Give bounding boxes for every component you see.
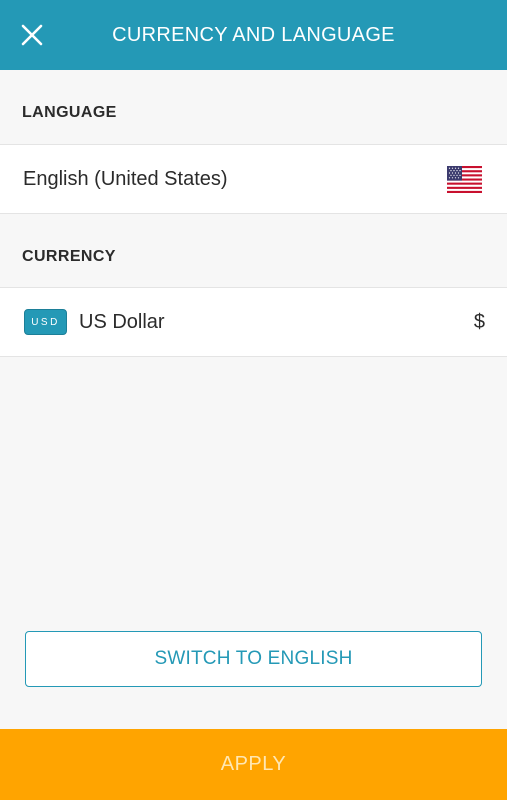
close-button[interactable] (14, 17, 50, 53)
currency-code-badge: USD (24, 309, 67, 335)
page-title: CURRENCY AND LANGUAGE (112, 23, 395, 46)
app-header: CURRENCY AND LANGUAGE (0, 0, 507, 70)
us-flag-icon (447, 166, 482, 193)
currency-section-label: CURRENCY (22, 248, 116, 265)
apply-button[interactable]: APPLY (0, 729, 507, 800)
close-icon (21, 24, 43, 46)
currency-selector[interactable]: USD US Dollar $ (0, 287, 507, 357)
selected-language: English (United States) (23, 167, 228, 190)
currency-name: US Dollar (79, 310, 165, 333)
currency-symbol: $ (473, 310, 485, 333)
switch-to-english-button[interactable]: SWITCH TO ENGLISH (25, 631, 482, 687)
language-selector[interactable]: English (United States) (0, 144, 507, 214)
language-section-label: LANGUAGE (22, 104, 117, 121)
